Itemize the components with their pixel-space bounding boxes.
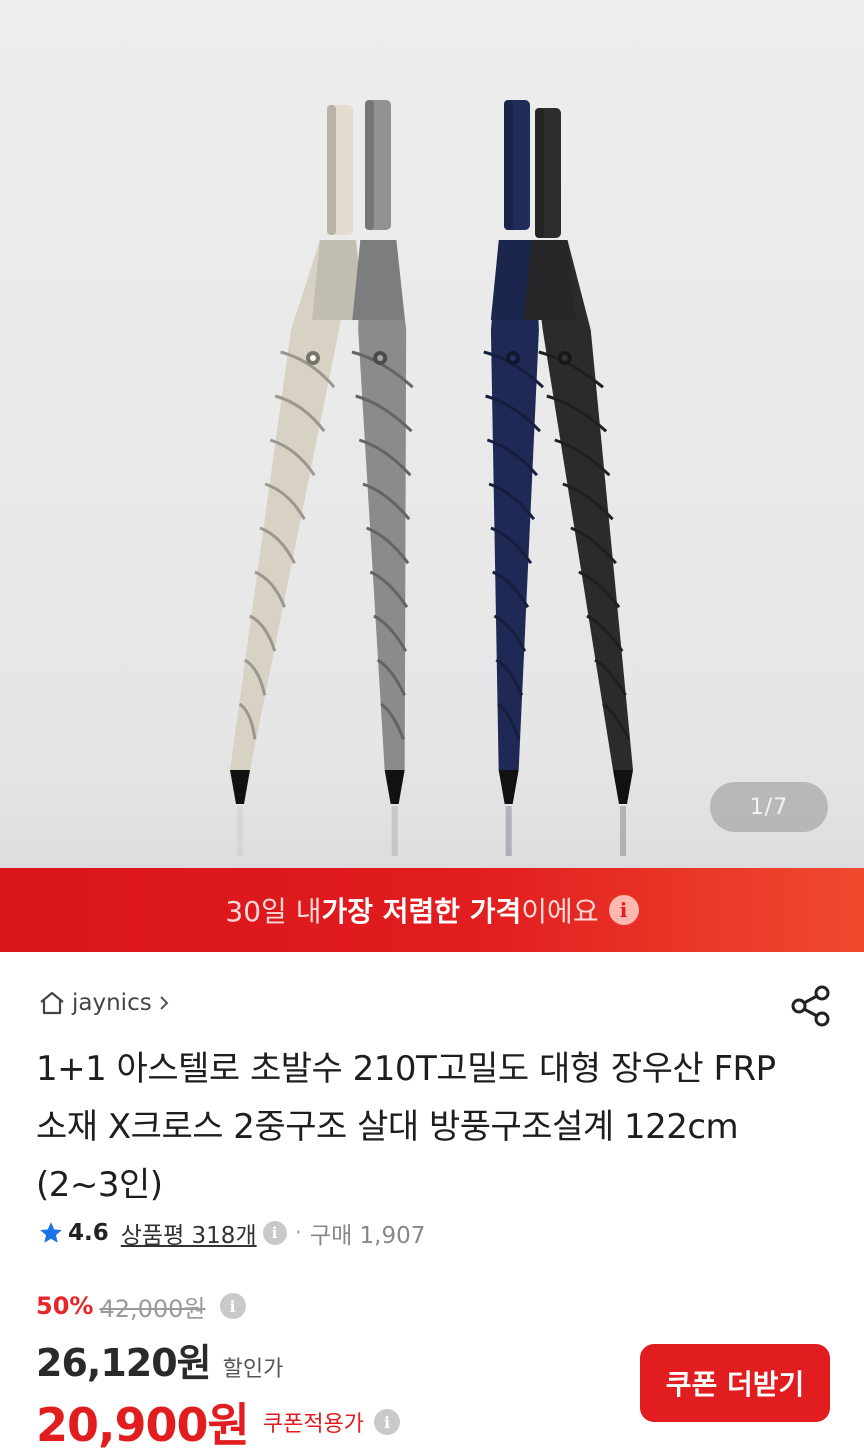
coupon-price-label: 쿠폰적용가 xyxy=(262,1412,365,1437)
sale-price: 26,120원 xyxy=(36,1341,212,1385)
store-name: jaynics xyxy=(72,990,152,1016)
info-icon[interactable]: i xyxy=(219,1293,246,1319)
share-icon[interactable] xyxy=(790,984,832,1028)
pricing-block: 50% 42,000원 i 26,120원 할인가 20,900원 쿠폰적용가 … xyxy=(36,1288,401,1455)
image-counter: 1/7 xyxy=(710,782,828,832)
discount-percent: 50% xyxy=(36,1292,94,1320)
banner-highlight: 가장 저렴한 가격 xyxy=(321,895,522,928)
get-more-coupons-button[interactable]: 쿠폰 더받기 xyxy=(640,1344,830,1422)
separator-dot: · xyxy=(294,1220,302,1246)
reviews-link[interactable]: 상품평 318개 xyxy=(121,1216,257,1250)
coupon-price: 20,900원 xyxy=(36,1398,250,1452)
home-icon xyxy=(40,991,64,1015)
banner-prefix: 30일 내 xyxy=(225,895,322,928)
lowest-price-banner[interactable]: 30일 내 가장 저렴한 가격 이에요 i xyxy=(0,868,864,952)
rating-score: 4.6 xyxy=(68,1220,109,1246)
original-price: 42,000원 xyxy=(99,1294,206,1323)
purchase-count: 구매 1,907 xyxy=(309,1223,426,1249)
info-icon[interactable]: i xyxy=(374,1409,401,1435)
sale-price-label: 할인가 xyxy=(222,1357,284,1382)
product-image xyxy=(0,100,864,868)
product-title: 1+1 아스텔로 초발수 210T고밀도 대형 장우산 FRP소재 X크로스 2… xyxy=(36,1049,776,1205)
chevron-right-icon xyxy=(159,996,169,1010)
info-icon[interactable]: i xyxy=(262,1221,287,1245)
product-image-gallery[interactable]: 1/7 xyxy=(0,0,864,868)
banner-suffix: 이에요 xyxy=(521,895,599,928)
star-icon xyxy=(40,1222,62,1243)
rating-row: 4.6 상품평 318개 i · 구매 1,907 xyxy=(38,1216,425,1250)
store-link[interactable]: jaynics xyxy=(38,990,178,1016)
info-icon[interactable]: i xyxy=(608,895,639,925)
